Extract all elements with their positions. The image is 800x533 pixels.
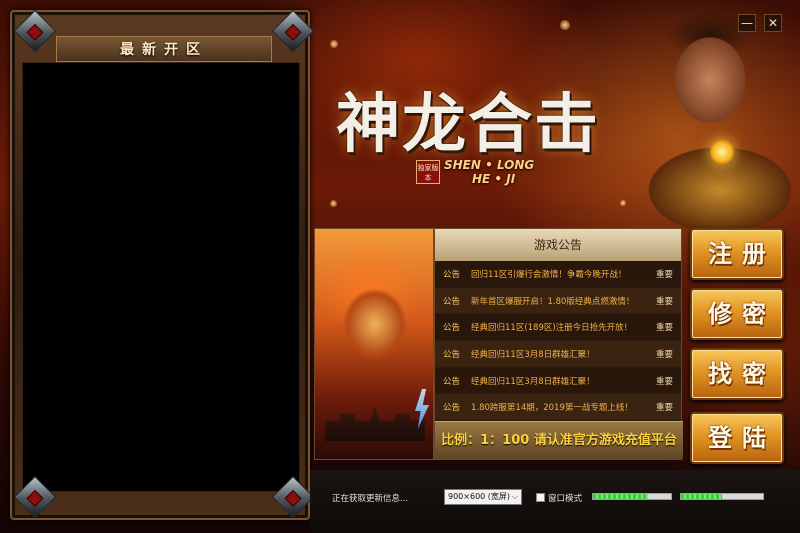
- announcement-item[interactable]: 公告 经典回归11区(189区)注册今日抢先开放！ 重要: [435, 314, 681, 342]
- promo-dragon-image[interactable]: [314, 228, 434, 460]
- change-password-button[interactable]: 修密: [690, 288, 784, 340]
- progress-fill-2: [681, 494, 722, 499]
- chevron-down-icon: ⌵: [511, 492, 518, 501]
- register-button[interactable]: 注册: [690, 228, 784, 280]
- announcement-item[interactable]: 公告 1.80跨服第14期，2019第一战专题上线！ 重要: [435, 394, 681, 422]
- announcement-text: 经典回归11区(189区)注册今日抢先开放！: [471, 323, 633, 334]
- announcement-importance: 重要: [655, 323, 673, 334]
- announcement-tag: 公告: [443, 269, 461, 280]
- server-list-panel[interactable]: [22, 62, 300, 492]
- announcement-importance: 重要: [655, 296, 673, 307]
- minimize-button[interactable]: —: [738, 14, 756, 32]
- announcement-tag: 公告: [443, 376, 461, 387]
- announcement-importance: 重要: [655, 403, 673, 414]
- announcement-list: 公告 回归11区引爆行会激情！争霸今晚开战！ 重要 公告 新年首区爆服开启！1.…: [435, 261, 681, 422]
- logo-subtitle-line2: HE • JI: [472, 172, 516, 186]
- announcement-text: 新年首区爆服开启！1.80版经典点燃激情！: [471, 296, 635, 307]
- announcement-item[interactable]: 公告 回归11区引爆行会激情！争霸今晚开战！ 重要: [435, 261, 681, 288]
- announcement-text: 回归11区引爆行会激情！争霸今晚开战！: [471, 269, 627, 280]
- fire-orb-icon: [710, 140, 734, 164]
- recharge-ratio-banner: 比例：1：100 请认准官方游戏充值平台: [435, 421, 683, 459]
- announcement-item[interactable]: 公告 新年首区爆服开启！1.80版经典点燃激情！ 重要: [435, 287, 681, 315]
- logo-subtitle-line1: SHEN • LONG: [444, 158, 535, 172]
- windowed-mode-label: 窗口模式: [548, 494, 583, 504]
- close-button[interactable]: ✕: [764, 14, 782, 32]
- server-list-header: 最新开区: [56, 36, 272, 62]
- windowed-mode-checkbox[interactable]: [536, 493, 545, 502]
- announcement-tag: 公告: [443, 296, 461, 307]
- castle-silhouette: [325, 407, 425, 441]
- announcement-tag: 公告: [443, 349, 461, 360]
- announcement-text: 经典回归11区3月8日群雄汇聚！: [471, 349, 595, 360]
- update-progress-bar-2: [680, 493, 764, 500]
- game-logo-title: 神龙合击: [336, 87, 600, 162]
- announcement-importance: 重要: [655, 376, 673, 387]
- logo-subtitle: SHEN • LONG HE • JI: [444, 158, 574, 186]
- announcement-board: 游戏公告 公告 回归11区引爆行会激情！争霸今晚开战！ 重要 公告 新年首区爆服…: [434, 228, 683, 460]
- resolution-select[interactable]: 900×600 (宽屏) ⌵: [444, 489, 522, 505]
- announcement-text: 经典回归11区3月8日群雄汇聚！: [471, 376, 595, 387]
- announcement-importance: 重要: [655, 269, 673, 280]
- announcement-text: 1.80跨服第14期，2019第一战专题上线！: [471, 403, 633, 414]
- announcement-item[interactable]: 公告 经典回归11区3月8日群雄汇聚！ 重要: [435, 341, 681, 368]
- logo-badge: 独家版本: [416, 160, 440, 184]
- announcement-item[interactable]: 公告 经典回归11区3月8日群雄汇聚！ 重要: [435, 367, 681, 395]
- announcement-tag: 公告: [443, 403, 461, 414]
- announcement-tag: 公告: [443, 323, 461, 334]
- login-button[interactable]: 登陆: [690, 412, 784, 464]
- announcement-importance: 重要: [655, 349, 673, 360]
- announcement-title: 游戏公告: [435, 229, 681, 261]
- resolution-value: 900×600 (宽屏): [448, 492, 511, 501]
- hero-character-art: [620, 0, 800, 230]
- progress-fill-1: [593, 494, 648, 499]
- update-status-text: 正在获取更新信息...: [332, 494, 409, 504]
- recover-password-button[interactable]: 找密: [690, 348, 784, 400]
- update-progress-bar-1: [592, 493, 672, 500]
